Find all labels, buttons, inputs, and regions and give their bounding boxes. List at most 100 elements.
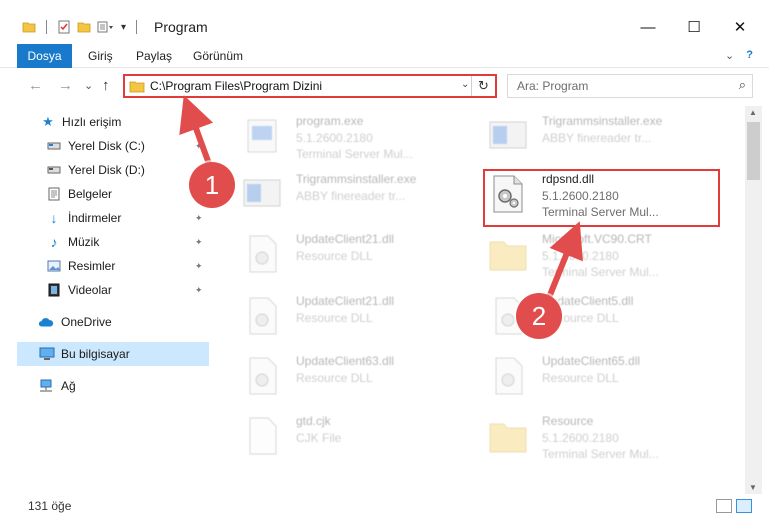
toolbar-separator xyxy=(136,20,138,34)
back-icon[interactable]: ← xyxy=(28,77,43,94)
tab-home[interactable]: Giriş xyxy=(88,49,113,63)
details-view-icon[interactable] xyxy=(716,499,732,513)
scroll-thumb[interactable] xyxy=(747,122,760,180)
sidebar-item-label: Müzik xyxy=(68,235,100,249)
file-item[interactable]: UpdateClient21.dll Resource DLL xyxy=(238,290,488,346)
minimize-button[interactable]: — xyxy=(625,12,671,42)
videos-icon xyxy=(46,282,62,298)
file-name: UpdateClient21.dll xyxy=(296,294,395,308)
pictures-icon xyxy=(46,258,62,274)
folder-icon[interactable] xyxy=(22,20,36,34)
sidebar-item-this-pc[interactable]: Bu bilgisayar xyxy=(17,342,209,366)
tab-file[interactable]: Dosya xyxy=(17,44,72,68)
pin-icon: ✦ xyxy=(195,284,203,295)
refresh-button[interactable]: ↻ xyxy=(471,76,495,96)
maximize-icon: ☐ xyxy=(687,19,701,36)
address-bar[interactable]: C:\Program Files\Program Dizini ⌄ ↻ xyxy=(123,74,497,98)
navigation-bar: ← → ⌄ ↑ C:\Program Files\Program Dizini … xyxy=(0,68,769,102)
file-item[interactable]: program.exe 5.1.2600.2180 Terminal Serve… xyxy=(238,110,488,166)
star-icon: ★ xyxy=(42,114,54,129)
sidebar-item-label: Belgeler xyxy=(68,187,113,201)
pin-icon: ✦ xyxy=(195,260,203,271)
sidebar-item-videos[interactable]: Videolar ✦ xyxy=(0,278,210,302)
file-item[interactable]: Microsoft.VC90.CRT 5.1.2600.2180 Termina… xyxy=(484,228,734,284)
computer-icon xyxy=(39,346,55,362)
title-bar: ▾ Program — ☐ ✕ xyxy=(0,0,769,44)
expand-ribbon-icon[interactable]: ⌄ xyxy=(725,49,734,62)
search-input[interactable]: Ara: Program xyxy=(517,79,588,93)
sidebar-item-network[interactable]: Ağ xyxy=(0,374,210,398)
sidebar-item-quick-access[interactable]: ★ Hızlı erişim xyxy=(0,110,210,134)
ribbon-controls: ⌄ ? xyxy=(725,49,753,62)
tab-view[interactable]: Görünüm xyxy=(193,49,243,63)
download-icon: ↓ xyxy=(50,210,58,226)
file-item[interactable]: UpdateClient63.dll Resource DLL xyxy=(238,350,488,406)
search-box[interactable]: Ara: Program ⌕ xyxy=(507,74,753,98)
pin-icon: ✦ xyxy=(195,140,203,151)
close-button[interactable]: ✕ xyxy=(717,12,763,42)
file-name: Trigrammsinstaller.exe xyxy=(542,114,663,128)
file-item[interactable]: Resource 5.1.2600.2180 Terminal Server M… xyxy=(484,410,734,466)
forward-icon[interactable]: → xyxy=(58,77,73,94)
search-icon[interactable]: ⌕ xyxy=(739,77,746,93)
properties-icon[interactable] xyxy=(57,20,71,34)
file-name: Microsoft.VC90.CRT xyxy=(542,232,652,246)
scroll-down-icon[interactable]: ▼ xyxy=(749,483,757,492)
sidebar-item-local-disk-d[interactable]: Yerel Disk (D:) ✦ xyxy=(0,158,210,182)
sidebar-item-documents[interactable]: Belgeler ✦ xyxy=(0,182,210,206)
file-description: Terminal Server Mul... xyxy=(542,447,659,461)
file-description: Terminal Server Mul... xyxy=(296,147,413,161)
scroll-up-icon[interactable]: ▲ xyxy=(749,108,757,117)
file-item[interactable]: Trigrammsinstaller.exe ABBY finereader t… xyxy=(484,110,734,166)
status-bar: 131 öğe xyxy=(0,494,769,528)
cloud-icon xyxy=(38,314,54,330)
customize-toolbar-icon[interactable]: ▾ xyxy=(121,22,126,33)
file-item[interactable]: UpdateClient65.dll Resource DLL xyxy=(484,350,734,406)
file-version: Resource DLL xyxy=(296,249,373,263)
file-version: Resource DLL xyxy=(296,371,373,385)
file-name: UpdateClient63.dll xyxy=(296,354,395,368)
file-item[interactable]: UpdateClient21.dll Resource DLL xyxy=(238,228,488,284)
sidebar-item-downloads[interactable]: ↓ İndirmeler ✦ xyxy=(0,206,210,230)
folder-icon xyxy=(129,81,145,93)
dll-icon xyxy=(249,357,277,395)
file-icon xyxy=(249,417,277,455)
tab-share[interactable]: Paylaş xyxy=(136,49,172,63)
up-icon[interactable]: ↑ xyxy=(102,77,110,94)
step-badge-1: 1 xyxy=(189,162,235,208)
dll-icon xyxy=(495,357,523,395)
sidebar-item-local-disk-c[interactable]: Yerel Disk (C:) ✦ xyxy=(0,134,210,158)
dll-icon xyxy=(249,235,277,273)
file-name: program.exe xyxy=(296,114,364,128)
sidebar-item-pictures[interactable]: Resimler ✦ xyxy=(0,254,210,278)
tiles-view-icon[interactable] xyxy=(736,499,752,513)
view-toggle xyxy=(716,499,752,513)
sidebar-item-onedrive[interactable]: OneDrive xyxy=(0,310,210,334)
vertical-scrollbar[interactable]: ▲ ▼ xyxy=(745,106,762,494)
file-item[interactable]: gtd.cjk CJK File xyxy=(238,410,488,466)
ribbon-tabs: Dosya Giriş Paylaş Görünüm ⌄ ? xyxy=(0,44,769,68)
sidebar-item-label: Bu bilgisayar xyxy=(61,347,130,361)
rename-icon[interactable] xyxy=(97,20,115,34)
address-path[interactable]: C:\Program Files\Program Dizini xyxy=(150,79,322,93)
sidebar-item-label: Ağ xyxy=(61,379,76,393)
file-name: Trigrammsinstaller.exe xyxy=(296,172,417,186)
file-version: Resource DLL xyxy=(542,371,619,385)
maximize-button[interactable]: ☐ xyxy=(671,12,717,42)
new-folder-icon[interactable] xyxy=(77,20,91,34)
exe-icon xyxy=(247,119,277,153)
recent-locations-icon[interactable]: ⌄ xyxy=(84,79,93,92)
folder-icon xyxy=(489,423,527,453)
rdpsnd-highlight-box xyxy=(483,169,720,227)
item-count: 131 öğe xyxy=(28,499,72,513)
file-version: 5.1.2600.2180 xyxy=(542,249,619,263)
sidebar-item-label: Hızlı erişim xyxy=(62,115,122,129)
sidebar-item-music[interactable]: ♪ Müzik ✦ xyxy=(0,230,210,254)
music-icon: ♪ xyxy=(50,234,58,250)
file-version: Resource DLL xyxy=(296,311,373,325)
file-item[interactable]: Trigrammsinstaller.exe ABBY finereader t… xyxy=(238,168,488,224)
address-dropdown-icon[interactable]: ⌄ xyxy=(461,79,469,90)
help-icon[interactable]: ? xyxy=(746,49,753,62)
file-name: UpdateClient65.dll xyxy=(542,354,641,368)
file-name: Resource xyxy=(542,414,594,428)
